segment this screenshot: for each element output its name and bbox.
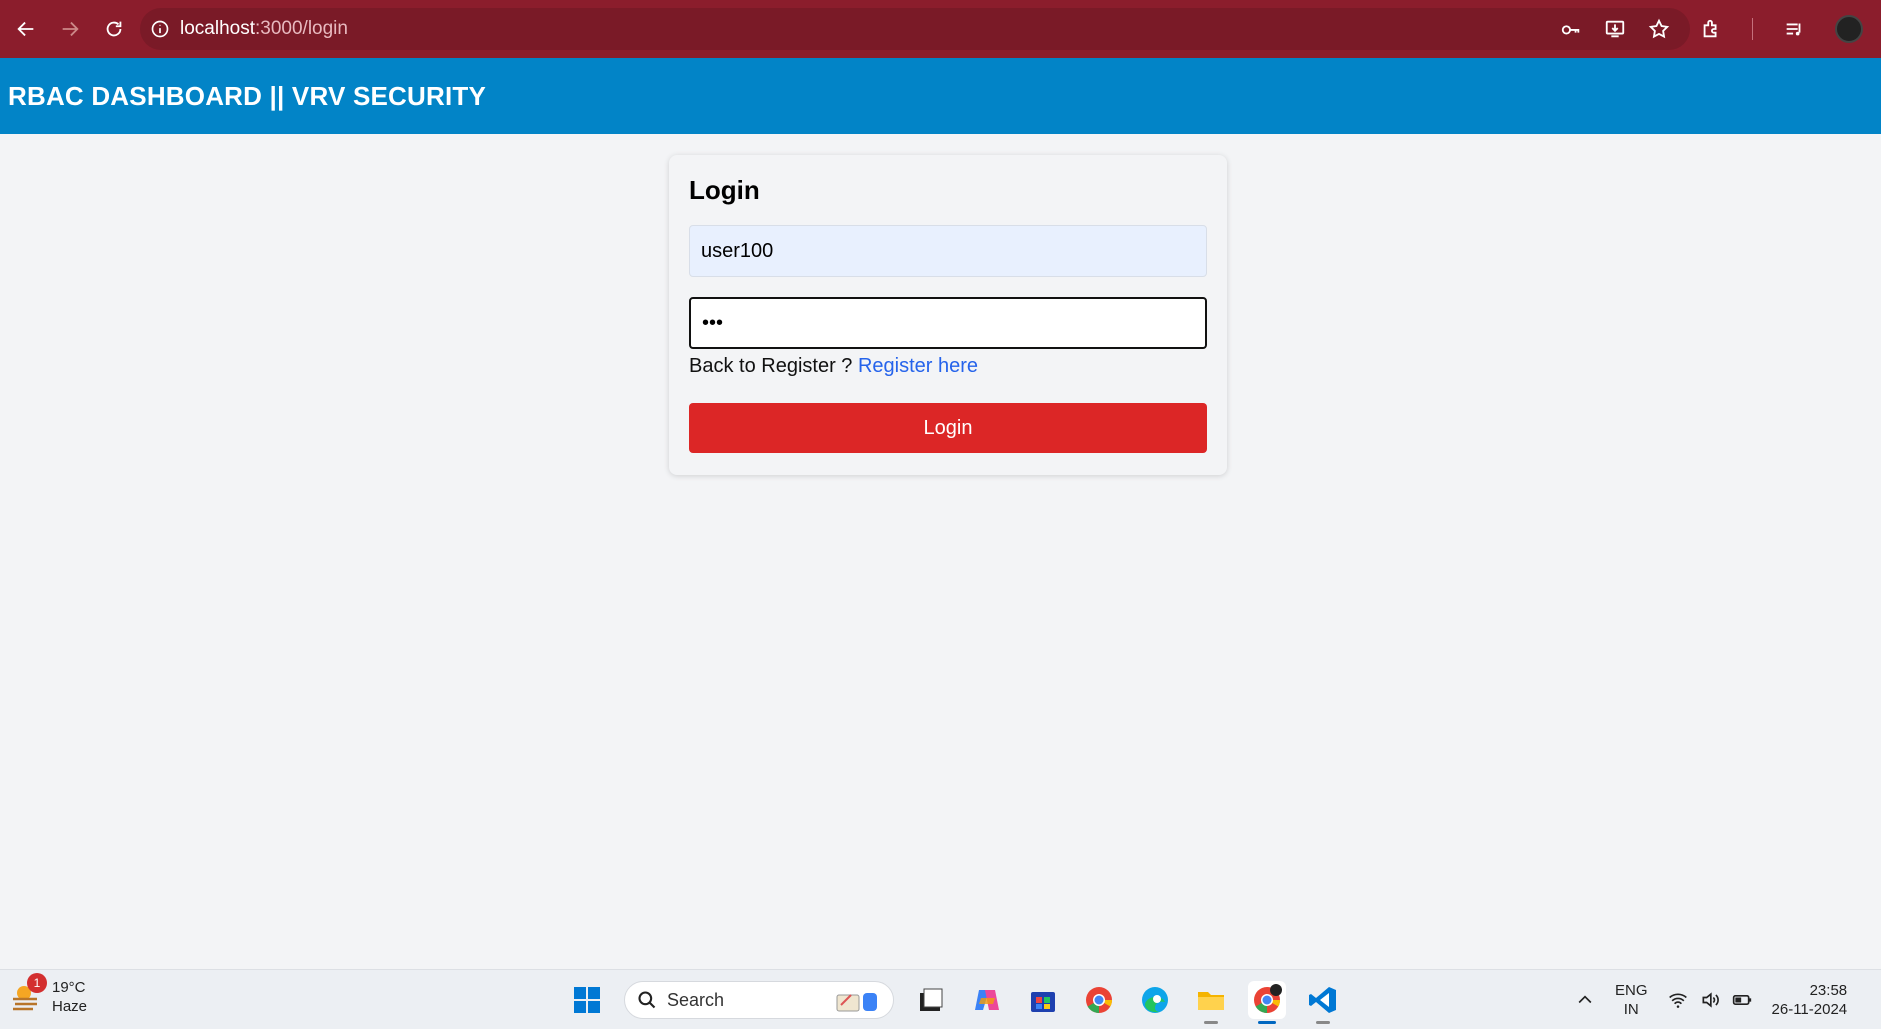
weather-temperature: 19°C	[52, 979, 86, 996]
store-icon	[1031, 992, 1055, 1012]
media-queue-icon[interactable]	[1783, 18, 1805, 40]
region-code: IN	[1623, 1001, 1639, 1018]
login-button[interactable]: Login	[689, 403, 1207, 453]
reload-button[interactable]	[92, 7, 136, 51]
taskbar-app-chrome-active[interactable]	[1248, 981, 1286, 1024]
taskbar-app-explorer[interactable]	[1192, 981, 1230, 1024]
haze-weather-icon: 1	[10, 973, 47, 1013]
volume-icon	[1702, 992, 1719, 1008]
running-indicator	[1316, 1021, 1330, 1024]
username-input[interactable]	[689, 225, 1207, 277]
edge-icon	[1142, 987, 1168, 1013]
chrome-active-icon	[1254, 984, 1282, 1014]
forward-button[interactable]	[48, 7, 92, 51]
password-key-icon[interactable]	[1560, 18, 1582, 40]
weather-description: Haze	[52, 998, 88, 1015]
register-link[interactable]: Register here	[858, 355, 978, 377]
bookmark-star-icon[interactable]	[1648, 18, 1670, 40]
clock[interactable]: 23:58 26-11-2024	[1772, 981, 1848, 1019]
taskbar-app-edge[interactable]	[1136, 981, 1174, 1019]
url-path: :3000/login	[255, 18, 348, 39]
site-info-icon[interactable]	[140, 19, 180, 39]
copilot-icon	[975, 990, 999, 1010]
register-prompt-text: Back to Register ?	[689, 355, 858, 377]
taskbar-app-files[interactable]	[912, 981, 950, 1019]
chrome-icon	[1086, 987, 1113, 1014]
url-host: localhost	[180, 18, 255, 39]
arrow-left-icon	[17, 21, 34, 37]
start-button[interactable]	[568, 981, 606, 1019]
arrow-right-icon	[62, 21, 79, 37]
weather-badge: 1	[27, 973, 47, 993]
file-manager-icon	[920, 988, 943, 1011]
taskbar-app-vscode[interactable]	[1304, 981, 1342, 1024]
app-header: RBAC DASHBOARD || VRV SECURITY	[0, 58, 1881, 134]
taskbar-search[interactable]: Search	[624, 981, 894, 1019]
search-icon	[638, 991, 656, 1009]
chevron-up-icon[interactable]	[1575, 990, 1595, 1010]
wifi-icon	[1668, 993, 1687, 1008]
browser-toolbar: localhost:3000/login	[0, 0, 1881, 58]
clock-date: 26-11-2024	[1771, 1001, 1848, 1018]
back-button[interactable]	[4, 7, 48, 51]
url-text: localhost:3000/login	[180, 18, 348, 40]
clock-time: 23:58	[1809, 982, 1848, 999]
login-card: Login Back to Register ? Register here L…	[669, 155, 1227, 475]
address-bar[interactable]: localhost:3000/login	[140, 8, 1690, 50]
search-highlight-icon	[836, 993, 877, 1012]
file-explorer-icon	[1198, 992, 1224, 1010]
install-app-icon[interactable]	[1604, 18, 1626, 40]
running-indicator	[1204, 1021, 1218, 1024]
password-input[interactable]	[689, 297, 1207, 349]
taskbar-app-chrome[interactable]	[1080, 981, 1118, 1019]
weather-widget[interactable]: 1 19°C Haze	[10, 973, 88, 1016]
active-indicator	[1258, 1021, 1276, 1024]
reload-icon	[106, 21, 122, 37]
battery-icon	[1732, 995, 1751, 1005]
taskbar: 1 19°C Haze Search ENG IN 23:58 26-11-20…	[0, 969, 1881, 1029]
language-code: ENG	[1615, 982, 1648, 999]
search-label: Search	[667, 989, 725, 1010]
windows-start-icon	[574, 987, 600, 1013]
taskbar-app-copilot[interactable]	[968, 981, 1006, 1019]
login-title: Login	[689, 175, 760, 205]
profile-avatar[interactable]	[1835, 15, 1863, 43]
taskbar-app-store[interactable]	[1024, 981, 1062, 1019]
system-tray: ENG IN 23:58 26-11-2024	[1575, 978, 1847, 1022]
app-title: RBAC DASHBOARD || VRV SECURITY	[8, 80, 486, 111]
tray-status-icons[interactable]	[1668, 990, 1752, 1010]
toolbar-separator	[1752, 18, 1753, 40]
extensions-icon[interactable]	[1700, 18, 1722, 40]
language-indicator[interactable]: ENG IN	[1615, 981, 1648, 1019]
vscode-icon	[1309, 987, 1336, 1013]
register-prompt: Back to Register ? Register here	[689, 355, 1207, 383]
